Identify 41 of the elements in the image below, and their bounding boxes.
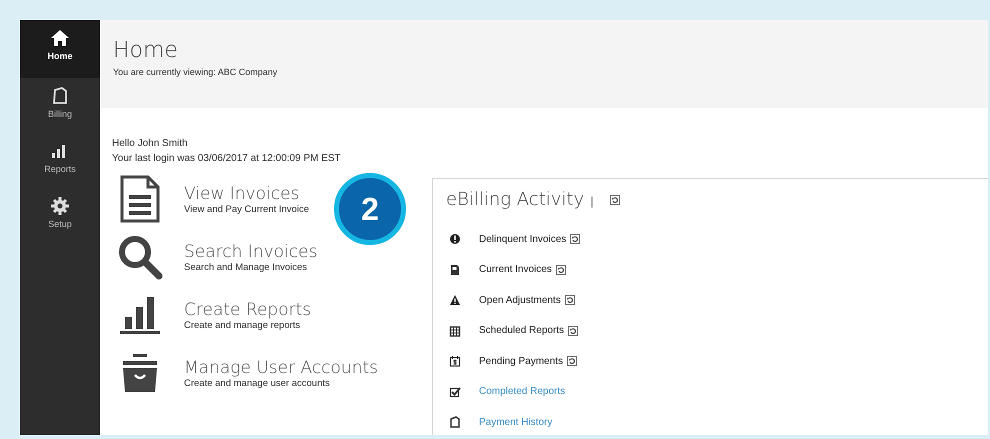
last-login-text: Your last login was 03/06/2017 at 12:00:09 PM EST <box>112 152 342 166</box>
sidebar-item[interactable]: Billing <box>20 78 100 133</box>
calendar-icon <box>449 324 461 337</box>
sidebar-item[interactable]: Reports <box>20 133 100 188</box>
greeting-text: Hello John Smith <box>112 137 189 151</box>
step-number-badge: 2 <box>334 173 406 245</box>
title-separator: | <box>590 195 594 208</box>
activity-item[interactable]: Current Invoices <box>479 264 552 276</box>
refresh-icon <box>570 234 580 244</box>
activity-link[interactable]: Completed Reports <box>479 386 566 398</box>
action-title: Search Invoices <box>184 242 318 262</box>
page-title: Home <box>113 38 179 63</box>
activity-item[interactable]: Open Adjustments <box>479 294 561 306</box>
sidebar-item[interactable]: Home <box>20 20 100 78</box>
panel-title: eBilling Activity <box>446 189 584 210</box>
alert-circle-icon <box>449 233 461 246</box>
warning-triangle-icon <box>449 294 461 306</box>
action-subtitle: Create and manage user accounts <box>184 378 331 388</box>
action-subtitle: View and Pay Current Invoice <box>184 204 309 214</box>
refresh-icon <box>564 295 575 306</box>
activity-link[interactable]: Payment History <box>479 416 552 428</box>
refresh-icon <box>610 194 620 204</box>
action-subtitle: Create and manage reports <box>184 320 302 330</box>
action-title: Manage User Accounts <box>184 358 378 378</box>
calendar-dollar-icon <box>449 355 461 368</box>
viewing-text: You are currently viewing: ABC Company <box>113 67 278 77</box>
action-title: View Invoices <box>184 184 300 204</box>
activity-item[interactable]: Pending Payments <box>479 356 563 367</box>
sidebar-item[interactable]: Setup <box>20 188 100 243</box>
house-icon <box>50 28 70 48</box>
refresh-icon <box>568 326 578 336</box>
search-icon <box>117 234 163 280</box>
activity-item[interactable]: Scheduled Reports <box>479 325 564 336</box>
gear-icon <box>50 196 70 216</box>
action-subtitle: Search and Manage Invoices <box>184 262 308 272</box>
refresh-icon <box>556 264 566 275</box>
checkbox-checked-icon <box>449 386 461 398</box>
bar-chart-icon <box>119 295 161 335</box>
action-title: Create Reports <box>184 300 312 320</box>
activity-item[interactable]: Delinquent Invoices <box>479 234 566 245</box>
refresh-icon <box>566 356 577 366</box>
